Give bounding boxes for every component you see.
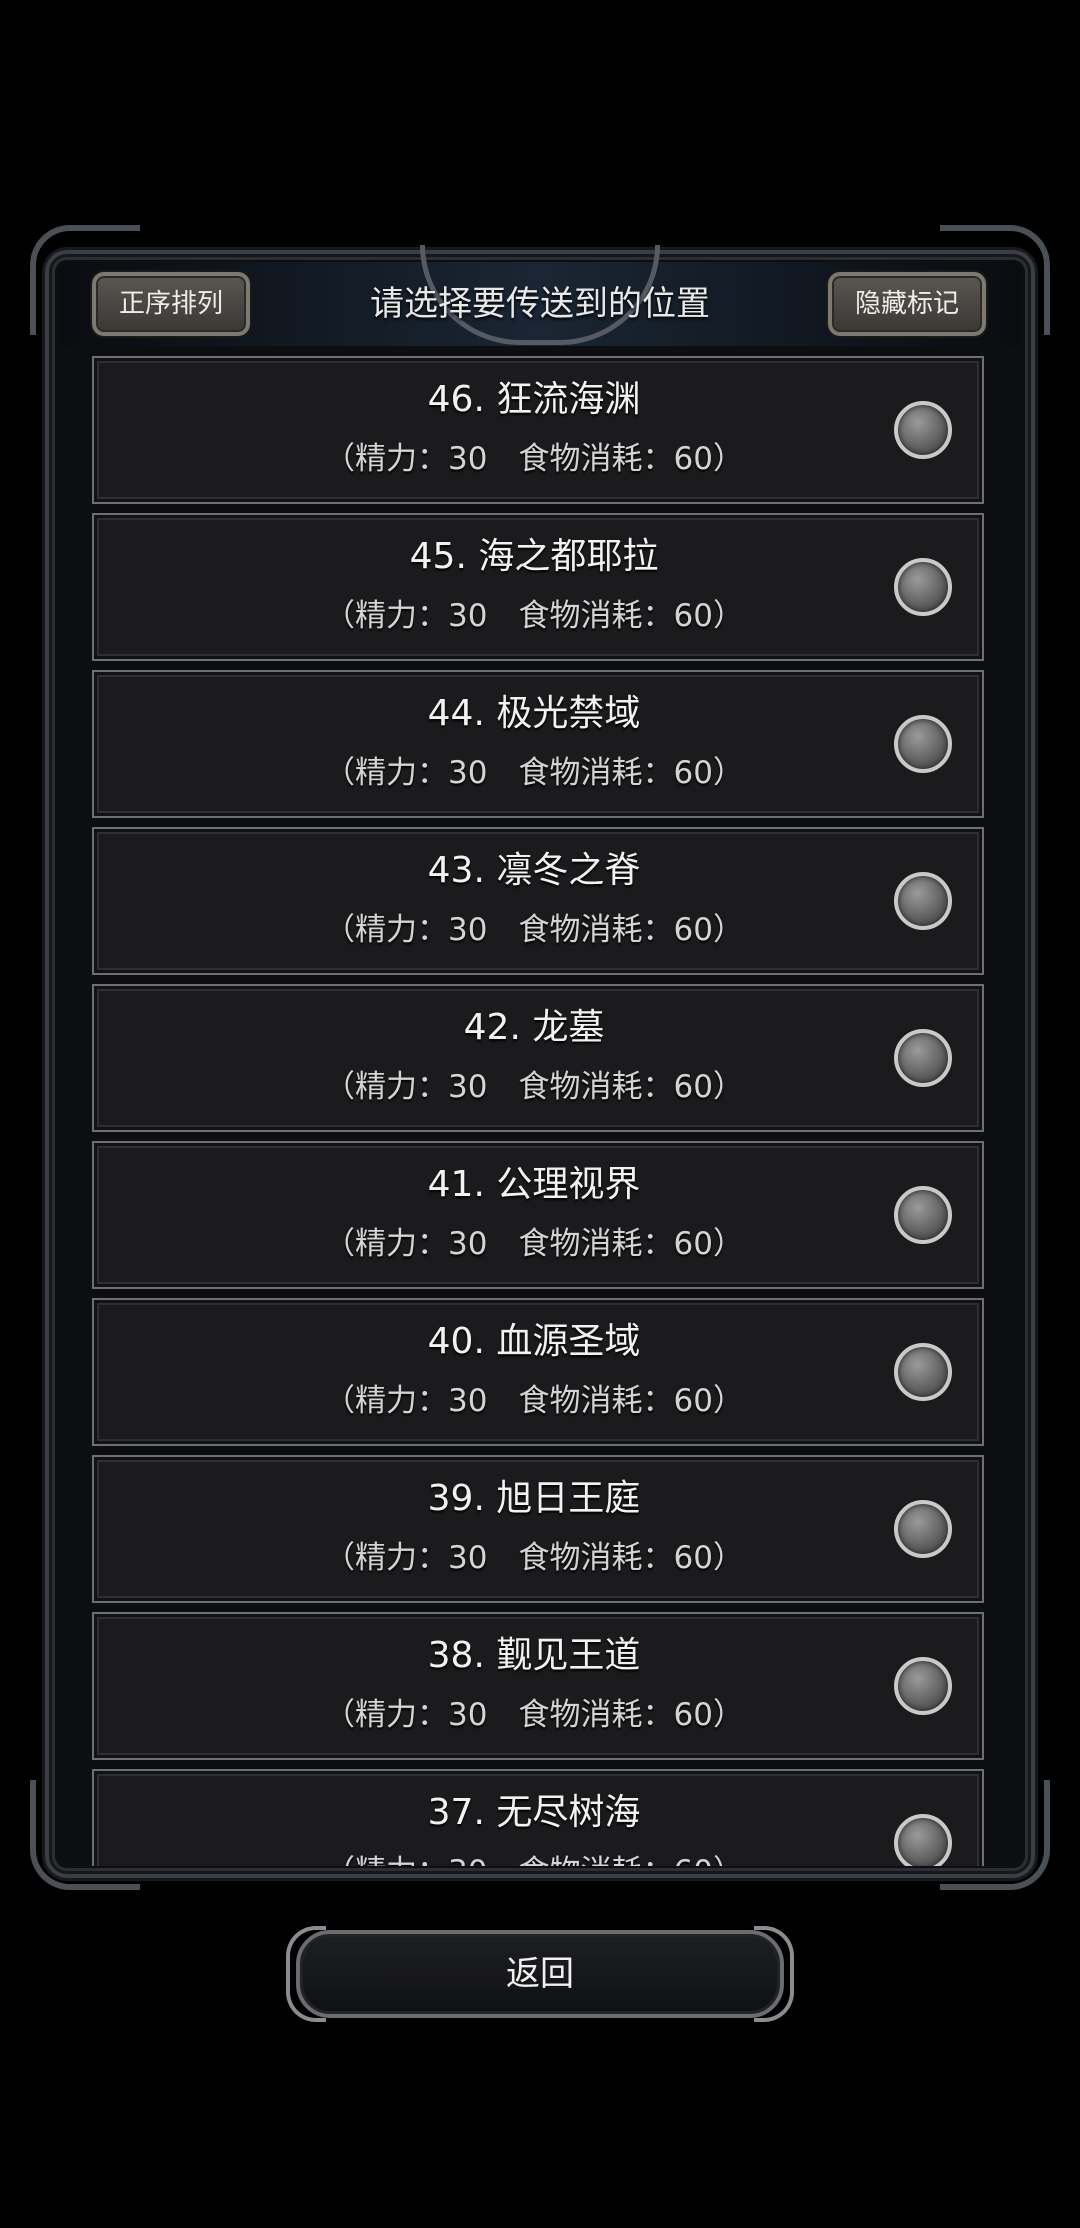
location-cost: （精力：30 食物消耗：60） bbox=[324, 1069, 744, 1105]
select-radio[interactable] bbox=[894, 1657, 952, 1715]
select-radio[interactable] bbox=[894, 872, 952, 930]
location-item[interactable]: 39. 旭日王庭 （精力：30 食物消耗：60） bbox=[92, 1455, 984, 1603]
location-cost: （精力：30 食物消耗：60） bbox=[324, 441, 744, 477]
select-radio[interactable] bbox=[894, 401, 952, 459]
select-radio[interactable] bbox=[894, 715, 952, 773]
panel-title: 请选择要传送到的位置 bbox=[370, 284, 710, 324]
location-item[interactable]: 41. 公理视界 （精力：30 食物消耗：60） bbox=[92, 1141, 984, 1289]
sort-order-button[interactable]: 正序排列 bbox=[92, 272, 250, 336]
select-radio[interactable] bbox=[894, 1029, 952, 1087]
location-name: 43. 凛冬之脊 bbox=[427, 850, 641, 891]
select-radio[interactable] bbox=[894, 558, 952, 616]
location-name: 38. 觐见王道 bbox=[427, 1635, 641, 1676]
back-button[interactable]: 返回 bbox=[296, 1930, 784, 2018]
location-list[interactable]: 46. 狂流海渊 （精力：30 食物消耗：60） 45. 海之都耶拉 （精力：3… bbox=[92, 356, 988, 1866]
location-item[interactable]: 38. 觐见王道 （精力：30 食物消耗：60） bbox=[92, 1612, 984, 1760]
location-name: 41. 公理视界 bbox=[427, 1164, 641, 1205]
location-cost: （精力：30 食物消耗：60） bbox=[324, 1383, 744, 1419]
location-item[interactable]: 37. 无尽树海 （精力：30 食物消耗：60） bbox=[92, 1769, 984, 1866]
location-cost: （精力：30 食物消耗：60） bbox=[324, 598, 744, 634]
location-cost: （精力：30 食物消耗：60） bbox=[324, 1226, 744, 1262]
select-radio[interactable] bbox=[894, 1814, 952, 1866]
location-cost: （精力：30 食物消耗：60） bbox=[324, 1540, 744, 1576]
location-name: 42. 龙墓 bbox=[463, 1007, 605, 1048]
location-cost: （精力：30 食物消耗：60） bbox=[324, 1697, 744, 1733]
location-cost: （精力：30 食物消耗：60） bbox=[324, 912, 744, 948]
location-name: 46. 狂流海渊 bbox=[427, 379, 641, 420]
select-radio[interactable] bbox=[894, 1500, 952, 1558]
select-radio[interactable] bbox=[894, 1186, 952, 1244]
location-name: 39. 旭日王庭 bbox=[427, 1478, 641, 1519]
location-cost: （精力：30 食物消耗：60） bbox=[324, 755, 744, 791]
location-name: 44. 极光禁域 bbox=[427, 693, 641, 734]
location-item[interactable]: 40. 血源圣域 （精力：30 食物消耗：60） bbox=[92, 1298, 984, 1446]
location-item[interactable]: 43. 凛冬之脊 （精力：30 食物消耗：60） bbox=[92, 827, 984, 975]
location-item[interactable]: 46. 狂流海渊 （精力：30 食物消耗：60） bbox=[92, 356, 984, 504]
location-name: 40. 血源圣域 bbox=[427, 1321, 641, 1362]
location-name: 37. 无尽树海 bbox=[427, 1792, 641, 1833]
location-item[interactable]: 42. 龙墓 （精力：30 食物消耗：60） bbox=[92, 984, 984, 1132]
location-item[interactable]: 44. 极光禁域 （精力：30 食物消耗：60） bbox=[92, 670, 984, 818]
location-name: 45. 海之都耶拉 bbox=[409, 536, 659, 577]
select-radio[interactable] bbox=[894, 1343, 952, 1401]
hide-markers-button[interactable]: 隐藏标记 bbox=[828, 272, 986, 336]
location-item[interactable]: 45. 海之都耶拉 （精力：30 食物消耗：60） bbox=[92, 513, 984, 661]
location-cost: （精力：30 食物消耗：60） bbox=[94, 1851, 974, 1866]
